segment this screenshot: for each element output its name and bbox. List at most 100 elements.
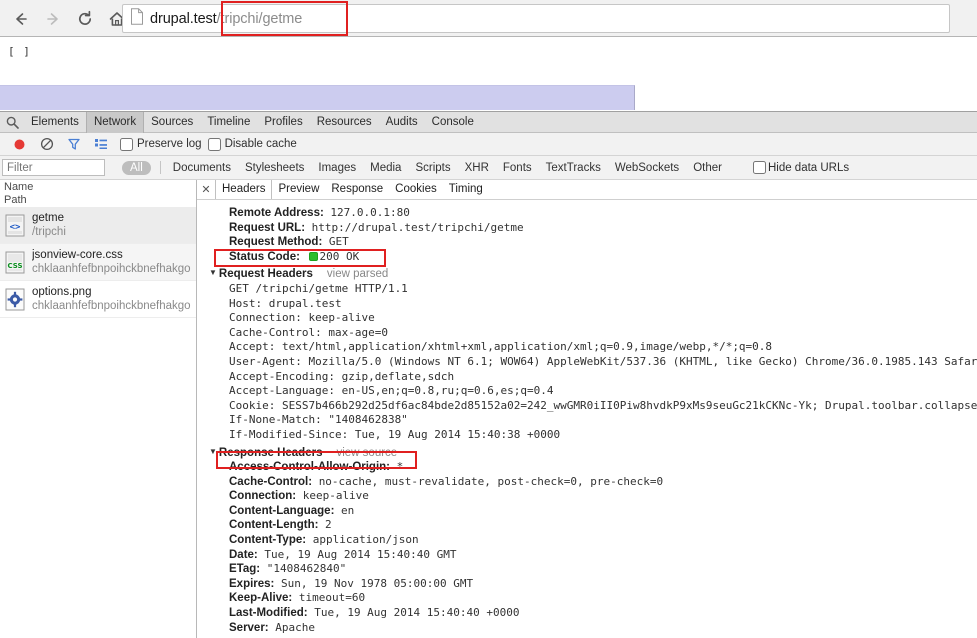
request-row-jsonview-core-css[interactable]: CSS jsonview-core.css chklaanhfefbnpoihc… bbox=[0, 244, 196, 281]
reload-icon[interactable] bbox=[70, 5, 100, 33]
request-header-line: If-None-Match: "1408462838" bbox=[229, 413, 408, 427]
request-header-line: Accept: text/html,application/xhtml+xml,… bbox=[229, 340, 773, 354]
request-list: Name Path <> getme /tripchi CSS jsonview… bbox=[0, 180, 197, 638]
status-ok-indicator-icon bbox=[308, 251, 318, 261]
detail-tab-timing[interactable]: Timing bbox=[443, 180, 489, 199]
response-header-key: ETag: bbox=[229, 563, 261, 576]
filter-type-images[interactable]: Images bbox=[311, 161, 363, 175]
collapse-triangle-icon[interactable]: ▼ bbox=[209, 445, 217, 460]
request-header-line: User-Agent: Mozilla/5.0 (Windows NT 6.1;… bbox=[229, 354, 977, 368]
page-document-icon bbox=[130, 8, 144, 29]
list-rows-icon[interactable] bbox=[87, 138, 114, 150]
filter-type-websockets[interactable]: WebSockets bbox=[608, 161, 686, 175]
response-header-key: Cache-Control: bbox=[229, 475, 313, 488]
request-name: options.png bbox=[32, 285, 92, 298]
request-row-getme[interactable]: <> getme /tripchi bbox=[0, 207, 196, 244]
request-header-line: GET /tripchi/getme HTTP/1.1 bbox=[229, 281, 408, 295]
request-url-row: Request URL: http://drupal.test/tripchi/… bbox=[209, 221, 977, 236]
response-header-value: * bbox=[396, 460, 404, 474]
request-header-line: Host: drupal.test bbox=[229, 296, 342, 310]
detail-tab-headers[interactable]: Headers bbox=[215, 180, 273, 199]
response-header-value: keep-alive bbox=[302, 489, 369, 503]
column-header-name[interactable]: Name bbox=[4, 181, 192, 194]
response-header-row: ETag: "1408462840" bbox=[209, 562, 977, 577]
column-header-path[interactable]: Path bbox=[4, 194, 192, 207]
record-circle-icon[interactable] bbox=[6, 138, 33, 151]
request-headers-section-title[interactable]: ▼ Request Headers view parsed bbox=[209, 266, 977, 282]
response-header-value: Sun, 19 Nov 1978 05:00:00 GMT bbox=[281, 576, 474, 590]
detail-tab-response[interactable]: Response bbox=[325, 180, 389, 199]
response-header-value: timeout=60 bbox=[298, 591, 366, 605]
response-header-key: Date: bbox=[229, 548, 258, 561]
preserve-log-input[interactable] bbox=[120, 137, 133, 151]
filter-type-other[interactable]: Other bbox=[686, 161, 729, 175]
status-code-text: OK bbox=[346, 249, 360, 263]
response-header-key: Content-Length: bbox=[229, 519, 319, 532]
forward-arrow-icon[interactable] bbox=[38, 5, 68, 33]
preserve-log-checkbox[interactable]: Preserve log bbox=[120, 137, 202, 151]
address-bar[interactable]: drupal.test/tripchi/getme bbox=[122, 4, 950, 33]
response-header-key: Connection: bbox=[229, 490, 297, 503]
disable-cache-label: Disable cache bbox=[224, 138, 297, 150]
search-icon[interactable] bbox=[0, 116, 24, 129]
filter-type-fonts[interactable]: Fonts bbox=[496, 161, 539, 175]
status-code-row: Status Code: 200 OK bbox=[209, 250, 977, 265]
tab-profiles[interactable]: Profiles bbox=[257, 112, 309, 133]
clear-prohibited-icon[interactable] bbox=[33, 137, 60, 151]
request-detail-pane: ✕ Headers Preview Response Cookies Timin… bbox=[197, 180, 977, 638]
remote-address-row: Remote Address: 127.0.0.1:80 bbox=[209, 206, 977, 221]
detail-tab-cookies[interactable]: Cookies bbox=[389, 180, 443, 199]
disable-cache-checkbox[interactable]: Disable cache bbox=[207, 137, 297, 151]
filter-separator bbox=[159, 161, 161, 174]
tab-audits[interactable]: Audits bbox=[379, 112, 425, 133]
view-source-link[interactable]: view source bbox=[336, 447, 397, 459]
hide-data-urls-checkbox[interactable]: Hide data URLs bbox=[752, 161, 849, 174]
detail-tab-preview[interactable]: Preview bbox=[272, 180, 325, 199]
request-row-options-png[interactable]: options.png chklaanhfefbnpoihckbnefhakgo… bbox=[0, 281, 196, 318]
filter-type-texttracks[interactable]: TextTracks bbox=[539, 161, 608, 175]
page-content-area: [ ] bbox=[0, 37, 977, 111]
tab-sources[interactable]: Sources bbox=[144, 112, 200, 133]
response-header-row: Server: Apache bbox=[209, 621, 977, 636]
response-header-row: Cache-Control: no-cache, must-revalidate… bbox=[209, 475, 977, 490]
resource-type-filters: All Documents Stylesheets Images Media S… bbox=[122, 160, 729, 175]
address-bar-text: drupal.test/tripchi/getme bbox=[150, 11, 302, 27]
filter-type-stylesheets[interactable]: Stylesheets bbox=[238, 161, 311, 175]
disable-cache-input[interactable] bbox=[207, 137, 221, 151]
network-body: Name Path <> getme /tripchi CSS jsonview… bbox=[0, 180, 977, 638]
url-path: /tripchi/getme bbox=[216, 10, 303, 27]
devtools-panel: Elements Network Sources Timeline Profil… bbox=[0, 111, 977, 638]
view-parsed-link[interactable]: view parsed bbox=[327, 268, 388, 280]
funnel-filter-icon[interactable] bbox=[60, 137, 87, 151]
collapse-triangle-icon[interactable]: ▼ bbox=[209, 266, 217, 281]
request-list-headers: Name Path bbox=[0, 180, 196, 207]
request-header-line: If-Modified-Since: Tue, 19 Aug 2014 15:4… bbox=[229, 427, 561, 441]
request-method-key: Request Method: bbox=[229, 236, 323, 249]
tab-elements[interactable]: Elements bbox=[24, 112, 86, 133]
filter-type-xhr[interactable]: XHR bbox=[458, 161, 496, 175]
request-path: chklaanhfefbnpoihckbnefhakgolni bbox=[32, 299, 191, 312]
tab-resources[interactable]: Resources bbox=[310, 112, 379, 133]
back-arrow-icon[interactable] bbox=[6, 5, 36, 33]
response-headers-section-title[interactable]: ▼ Response Headers view source bbox=[209, 445, 977, 461]
tab-timeline[interactable]: Timeline bbox=[200, 112, 257, 133]
response-header-value: application/json bbox=[312, 533, 419, 547]
request-url-value[interactable]: http://drupal.test/tripchi/getme bbox=[312, 221, 524, 234]
filter-input[interactable] bbox=[2, 159, 105, 176]
filter-type-documents[interactable]: Documents bbox=[166, 161, 238, 175]
request-url-key: Request URL: bbox=[229, 221, 306, 234]
tab-console[interactable]: Console bbox=[425, 112, 481, 133]
response-header-value: Tue, 19 Aug 2014 15:40:40 +0000 bbox=[314, 606, 520, 620]
tab-network[interactable]: Network bbox=[85, 111, 145, 133]
response-header-value: Tue, 19 Aug 2014 15:40:40 GMT bbox=[264, 547, 457, 561]
network-toolbar: Preserve log Disable cache bbox=[0, 133, 977, 156]
filter-type-all[interactable]: All bbox=[122, 160, 151, 175]
close-icon[interactable]: ✕ bbox=[197, 183, 215, 196]
filter-type-media[interactable]: Media bbox=[363, 161, 408, 175]
remote-address-value: 127.0.0.1:80 bbox=[330, 206, 410, 219]
request-path: chklaanhfefbnpoihckbnefhakgolni bbox=[32, 262, 191, 275]
hide-data-urls-input[interactable] bbox=[752, 161, 766, 174]
filter-type-scripts[interactable]: Scripts bbox=[408, 161, 457, 175]
request-header-line: Connection: keep-alive bbox=[229, 311, 375, 325]
svg-text:CSS: CSS bbox=[7, 262, 22, 270]
